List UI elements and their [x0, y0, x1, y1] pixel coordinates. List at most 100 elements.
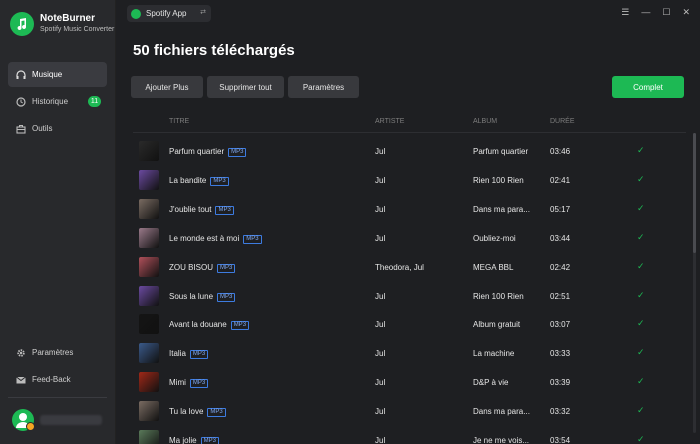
track-title: Le monde est à moi: [169, 233, 240, 243]
table-header: TITRE ARTISTE ALBUM DURÉE: [133, 113, 686, 133]
track-artist: Jul: [375, 175, 386, 185]
page-title: 50 fichiers téléchargés: [133, 42, 295, 59]
gear-icon: [17, 348, 25, 357]
main-panel: Spotify App ⇄ ☰ — ☐ ✕ 50 fichiers téléch…: [117, 0, 700, 444]
noteburner-logo-icon: [10, 12, 34, 36]
table-row[interactable]: J'oublie tout MP3 Jul Dans ma para... 05:17 ✓: [133, 195, 686, 224]
minimize-icon[interactable]: —: [641, 7, 650, 18]
track-title: Parfum quartier: [169, 147, 225, 156]
album-cover: [139, 198, 159, 219]
track-artist: Jul: [375, 147, 386, 156]
sidebar-item-label: Musique: [32, 70, 63, 79]
track-duration: 02:42: [550, 262, 571, 272]
check-icon: ✓: [637, 405, 645, 416]
close-icon[interactable]: ✕: [682, 7, 690, 18]
track-artist: Jul: [375, 204, 386, 214]
table-row[interactable]: Parfum quartier MP3 Jul Parfum quartier 03:4…: [133, 137, 686, 166]
settings-button[interactable]: Paramètres: [288, 76, 359, 98]
track-album: La machine: [473, 349, 515, 359]
clock-icon: [16, 96, 26, 107]
track-title-cell: Mimi MP3: [169, 378, 369, 389]
track-album: Rien 100 Rien: [473, 175, 524, 185]
track-album: Album gratuit: [473, 320, 521, 330]
brand-subtitle: Spotify Music Converter: [40, 26, 115, 33]
track-title: Ma jolie: [169, 436, 197, 444]
track-duration: 02:41: [550, 175, 571, 185]
check-icon: ✓: [637, 231, 645, 242]
sidebar-item-outils[interactable]: Outils: [8, 116, 107, 141]
account-status-icon: [26, 422, 35, 431]
track-title-cell: J'oublie tout MP3: [169, 205, 369, 215]
track-title-cell: Ma jolie MP3: [169, 436, 369, 444]
format-badge: MP3: [228, 148, 247, 157]
track-album: Rien 100 Rien: [473, 291, 524, 301]
sidebar-item-musique[interactable]: Musique: [8, 62, 107, 87]
check-icon: ✓: [637, 202, 645, 213]
track-title-cell: Parfum quartier MP3: [169, 147, 369, 157]
table-row[interactable]: Sous la lune MP3 Jul Rien 100 Rien 02:51 ✓: [133, 282, 686, 311]
track-artist: Theodora, Jul: [375, 262, 424, 272]
check-icon: ✓: [637, 347, 645, 358]
table-row[interactable]: Tu la love MP3 Jul Dans ma para... 03:32 ✓: [133, 397, 686, 426]
add-more-button[interactable]: Ajouter Plus: [131, 76, 203, 98]
table-row[interactable]: Mimi MP3 Jul D&P à vie 03:39 ✓: [133, 368, 686, 397]
table-row[interactable]: ZOU BISOU MP3 Theodora, Jul MEGA BBL 02:42 ✓: [133, 253, 686, 282]
maximize-icon[interactable]: ☐: [662, 7, 670, 18]
track-duration: 05:17: [550, 204, 571, 214]
track-duration: 03:33: [550, 349, 571, 359]
album-cover: [139, 285, 159, 306]
format-badge: MP3: [217, 292, 236, 302]
track-duration: 03:32: [550, 407, 571, 417]
track-title-cell: Le monde est à moi MP3: [169, 234, 369, 244]
check-icon: ✓: [637, 376, 645, 387]
track-album: D&P à vie: [473, 378, 509, 388]
menu-icon[interactable]: ☰: [621, 7, 629, 18]
scrollbar-thumb[interactable]: [693, 133, 696, 253]
album-cover: [139, 343, 159, 364]
sidebar-item-feedback[interactable]: Feed-Back: [8, 367, 107, 392]
track-title: Avant la douane: [169, 320, 227, 330]
track-title-cell: Sous la lune MP3: [169, 292, 369, 302]
table-row[interactable]: Ma jolie MP3 Jul Je ne me vois... 03:54 ✓: [133, 426, 686, 444]
scrollbar[interactable]: [693, 133, 696, 433]
table-row[interactable]: Le monde est à moi MP3 Jul Oubliez-moi 03:44…: [133, 224, 686, 253]
track-artist: Jul: [375, 349, 386, 359]
table-row[interactable]: Italia MP3 Jul La machine 03:33 ✓: [133, 339, 686, 368]
brand: NoteBurner Spotify Music Converter: [10, 12, 114, 36]
delete-all-button[interactable]: Supprimer tout: [207, 76, 284, 98]
check-icon: ✓: [637, 289, 645, 300]
album-cover: [139, 372, 159, 393]
track-album: Parfum quartier: [473, 147, 529, 156]
source-app-selector[interactable]: Spotify App ⇄: [127, 5, 211, 22]
track-title-cell: Avant la douane MP3: [169, 320, 369, 331]
album-cover: [139, 314, 159, 335]
table-row[interactable]: La bandite MP3 Jul Rien 100 Rien 02:41 ✓: [133, 166, 686, 195]
sidebar-divider: [8, 397, 107, 398]
format-badge: MP3: [215, 205, 234, 215]
sidebar-item-historique[interactable]: Historique 11: [8, 89, 107, 114]
track-title-cell: Tu la love MP3: [169, 407, 369, 418]
complete-button[interactable]: Complet: [612, 76, 684, 98]
format-badge: MP3: [230, 321, 250, 331]
track-artist: Jul: [375, 291, 386, 301]
table-row[interactable]: Avant la douane MP3 Jul Album gratuit 03:07 ✓: [133, 310, 686, 339]
sidebar-item-parametres[interactable]: Paramètres: [8, 340, 107, 365]
check-icon: ✓: [637, 434, 645, 444]
check-icon: ✓: [637, 173, 645, 184]
toolbox-icon: [16, 124, 26, 134]
source-app-label: Spotify App: [146, 9, 187, 18]
track-title: La bandite: [169, 175, 207, 185]
brand-name: NoteBurner: [40, 13, 96, 24]
album-cover: [139, 401, 159, 422]
track-duration: 03:07: [550, 320, 571, 330]
switch-icon: ⇄: [200, 9, 206, 16]
track-title: Sous la lune: [169, 291, 214, 301]
sidebar-item-label: Paramètres: [32, 348, 74, 357]
format-badge: MP3: [243, 234, 262, 244]
spotify-icon: [131, 8, 141, 19]
track-title: Mimi: [169, 378, 186, 388]
track-artist: Jul: [375, 378, 386, 388]
headphones-icon: [16, 69, 26, 79]
track-title: Tu la love: [169, 407, 204, 417]
sidebar: NoteBurner Spotify Music Converter Musiq…: [0, 0, 116, 444]
